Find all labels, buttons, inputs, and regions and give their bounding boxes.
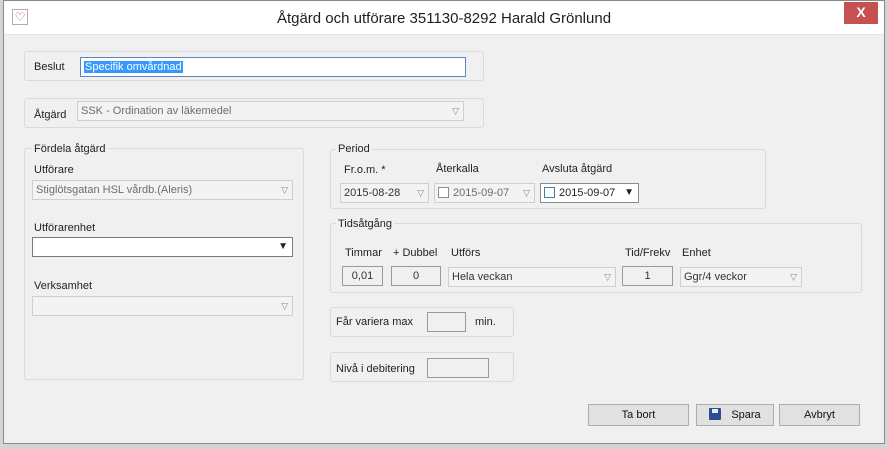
from-date-value: 2015-08-28 [344,187,401,199]
close-button[interactable]: X [844,2,878,24]
chevron-down-icon: ▽ [281,185,288,195]
period-heading: Period [336,143,372,155]
utfors-label: Utförs [451,247,481,259]
utforare-select[interactable]: Stiglötsgatan HSL vårdb.(Aleris) ▽ [32,180,293,200]
fordela-heading: Fördela åtgärd [32,143,108,155]
from-label: Fr.o.m. * [344,164,386,176]
utfors-value: Hela veckan [452,271,513,283]
atgard-label: Åtgärd [34,109,67,121]
title-bar: ♡ Åtgärd och utförare 351130-8292 Harald… [4,1,884,35]
avsluta-label: Avsluta åtgärd [542,163,613,175]
aterkalla-date-field[interactable]: 2015-09-07 ▽ [434,183,535,203]
enhet-select[interactable]: Ggr/4 veckor ▽ [680,267,802,287]
beslut-value: Specifik omvårdnad [84,61,183,73]
dialog-window: ♡ Åtgärd och utförare 351130-8292 Harald… [3,0,885,444]
frekv-field[interactable]: 1 [622,266,673,286]
aterkalla-checkbox[interactable] [438,187,449,198]
chevron-down-icon: ▽ [452,106,459,116]
beslut-field[interactable]: Specifik omvårdnad [80,57,466,77]
chevron-down-icon: ▽ [417,188,424,198]
frekv-label: Tid/Frekv [625,247,671,259]
utfors-select[interactable]: Hela veckan ▽ [448,267,616,287]
atgard-value: SSK - Ordination av läkemedel [81,105,232,117]
chevron-down-icon: ▼ [624,187,634,198]
floppy-disk-icon [709,408,722,420]
window-title: Åtgärd och utförare 351130-8292 Harald G… [276,10,612,27]
enhet-label: Enhet [682,247,711,259]
avsluta-checkbox[interactable] [544,187,555,198]
chevron-down-icon: ▼ [278,241,288,252]
avbryt-button[interactable]: Avbryt [779,404,860,426]
chevron-down-icon: ▽ [523,188,530,198]
utforare-label: Utförare [34,164,74,176]
enhet-value: Ggr/4 veckor [684,271,747,283]
chevron-down-icon: ▽ [604,272,611,282]
dubbel-field[interactable]: 0 [391,266,441,286]
niva-field[interactable] [427,358,489,378]
variera-field[interactable] [427,312,466,332]
from-date-field[interactable]: 2015-08-28 ▽ [340,183,429,203]
spara-button[interactable]: Spara [696,404,774,426]
verksamhet-select[interactable]: ▽ [32,296,293,316]
verksamhet-label: Verksamhet [34,280,93,292]
atgard-select[interactable]: SSK - Ordination av läkemedel ▽ [77,101,464,121]
utforarenhet-label: Utförarenhet [34,222,96,234]
beslut-label: Beslut [34,61,65,73]
avsluta-date-value: 2015-09-07 [559,187,616,199]
chevron-down-icon: ▽ [790,272,797,282]
aterkalla-label: Återkalla [436,163,479,175]
dubbel-label: + Dubbel [393,247,438,259]
timmar-field[interactable]: 0,01 [342,266,383,286]
utforare-value: Stiglötsgatan HSL vårdb.(Aleris) [36,184,193,196]
niva-label: Nivå i debitering [336,363,415,375]
tidsatgang-heading: Tidsåtgång [336,218,395,230]
timmar-label: Timmar [345,247,382,259]
spara-label: Spara [731,409,761,421]
variera-label: Får variera max [336,316,414,328]
utforarenhet-select[interactable]: ▼ [32,237,293,257]
ta-bort-button[interactable]: Ta bort [588,404,689,426]
avsluta-date-field[interactable]: 2015-09-07 ▼ [540,183,639,203]
variera-unit: min. [475,316,496,328]
aterkalla-date-value: 2015-09-07 [453,187,510,199]
chevron-down-icon: ▽ [281,301,288,311]
